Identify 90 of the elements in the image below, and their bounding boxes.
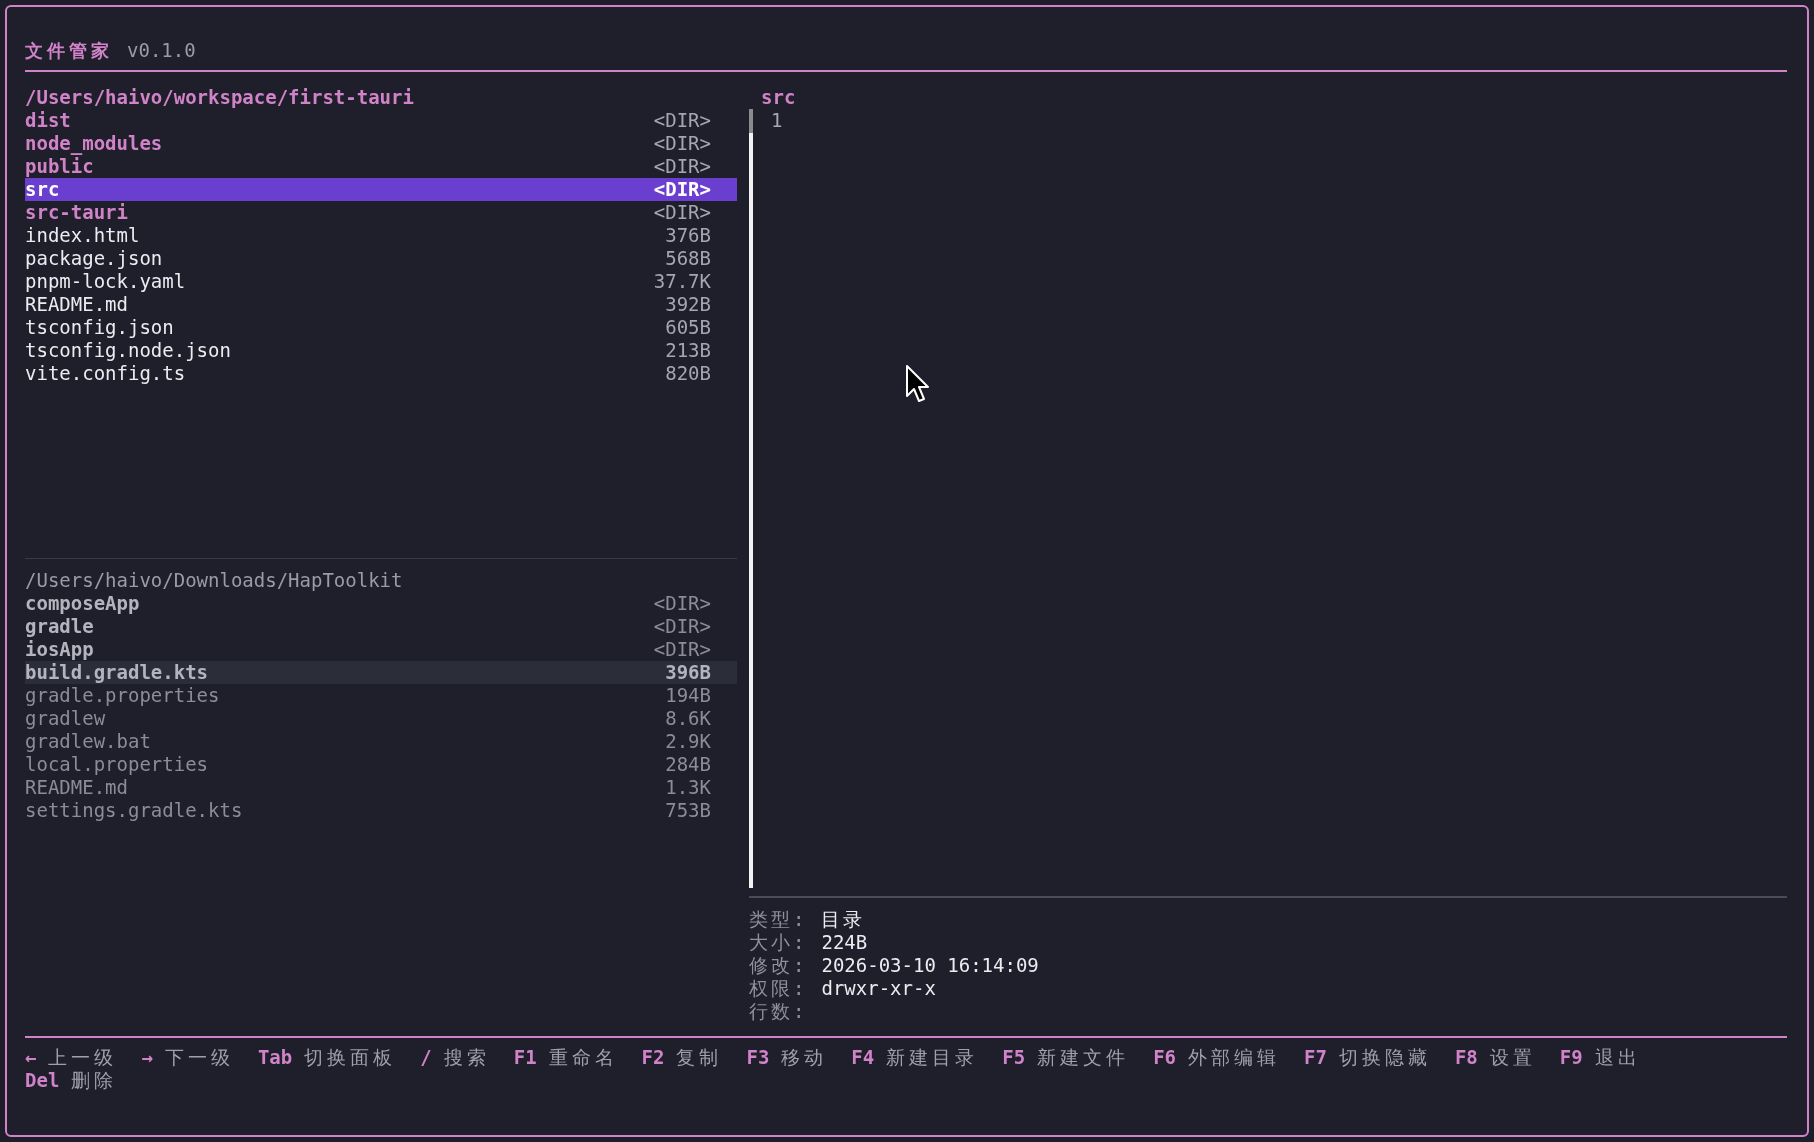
file-size: <DIR> xyxy=(653,201,711,224)
shortcut-key: F2 xyxy=(641,1046,665,1069)
shortcut-key: F5 xyxy=(1002,1046,1026,1069)
info-value: 2026-03-10 16:14:09 xyxy=(821,954,1039,977)
shortcut-key: F7 xyxy=(1304,1046,1327,1069)
shortcut-key: F3 xyxy=(746,1046,770,1069)
file-size: <DIR> xyxy=(653,109,711,132)
info-label: 权限: xyxy=(749,977,808,1000)
file-size: 392B xyxy=(665,293,711,316)
file-size: <DIR> xyxy=(653,178,711,201)
file-size: 396B xyxy=(665,661,711,684)
shortcut-label: 新建目录 xyxy=(886,1046,979,1069)
folder-name: public xyxy=(25,155,94,178)
version-label: v0.1.0 xyxy=(127,39,196,62)
shortcut-label: 搜索 xyxy=(443,1046,490,1069)
folder-name: dist xyxy=(25,109,71,132)
pane-path: /Users/haivo/workspace/first-tauri xyxy=(25,86,415,109)
file-size: <DIR> xyxy=(653,155,711,178)
shortcut-key: / xyxy=(420,1046,432,1069)
folder-name: iosApp xyxy=(25,638,94,661)
selected-row[interactable]: src <DIR> xyxy=(25,178,737,201)
shortcut-label: 退出 xyxy=(1594,1046,1641,1069)
info-label: 修改: xyxy=(749,954,808,977)
file-size: 284B xyxy=(665,753,711,776)
preview-title: src xyxy=(760,86,797,109)
file-size: 376B xyxy=(665,224,711,247)
file-size: <DIR> xyxy=(653,638,711,661)
shortcut-key: F8 xyxy=(1454,1046,1478,1069)
file-size: 194B xyxy=(665,684,711,707)
file-name: local.properties xyxy=(25,753,209,776)
file-name: pnpm-lock.yaml xyxy=(25,270,186,293)
file-size: 753B xyxy=(665,799,711,822)
shortcut-key: → xyxy=(141,1046,153,1069)
file-size: <DIR> xyxy=(653,592,711,615)
selected-row[interactable]: build.gradle.kts 396B xyxy=(25,661,737,684)
shortcut-label: 删除 xyxy=(71,1069,118,1092)
shortcut-label: 移动 xyxy=(781,1046,828,1069)
shortcut-label: 切换面板 xyxy=(304,1046,397,1069)
shortcut-label: 外部编辑 xyxy=(1188,1046,1281,1069)
shortcut-key: ← xyxy=(25,1046,37,1069)
file-name: gradlew xyxy=(25,707,106,730)
shortcut-key: F1 xyxy=(513,1046,537,1069)
info-value: 224B xyxy=(821,931,868,954)
file-size: 8.6K xyxy=(665,707,711,730)
file-name: index.html xyxy=(25,224,140,247)
info-value: 目录 xyxy=(821,908,866,931)
folder-name: composeApp xyxy=(25,592,140,615)
info-label: 大小: xyxy=(749,931,808,954)
shortcut-label: 下一级 xyxy=(164,1046,234,1069)
shortcut-label: 重命名 xyxy=(548,1046,618,1069)
file-name: build.gradle.kts xyxy=(25,661,209,684)
shortcut-label: 切换隐藏 xyxy=(1338,1046,1431,1069)
shortcut-label: 复制 xyxy=(676,1046,723,1069)
shortcut-key: F4 xyxy=(851,1046,875,1069)
file-size: 213B xyxy=(665,339,711,362)
file-size: 568B xyxy=(665,247,711,270)
file-size: 605B xyxy=(665,316,711,339)
folder-name: src xyxy=(25,178,60,201)
file-size: <DIR> xyxy=(653,615,711,638)
file-name: vite.config.ts xyxy=(25,362,186,385)
line-number: 1 xyxy=(771,109,783,132)
folder-name: node_modules xyxy=(25,132,163,155)
info-label: 行数: xyxy=(749,1000,808,1023)
folder-name: gradle xyxy=(25,615,94,638)
file-size: <DIR> xyxy=(653,132,711,155)
shortcut-key: F6 xyxy=(1153,1046,1177,1069)
shortcut-label: 上一级 xyxy=(48,1046,118,1069)
folder-name: src-tauri xyxy=(25,201,128,224)
shortcut-label: 设置 xyxy=(1489,1046,1536,1069)
file-size: 820B xyxy=(665,362,711,385)
file-size: 1.3K xyxy=(665,776,711,799)
shortcut-key: F9 xyxy=(1559,1046,1583,1069)
file-size: 2.9K xyxy=(665,730,711,753)
file-name: package.json xyxy=(25,247,163,270)
app-title: 文件管家 xyxy=(25,39,113,62)
info-label: 类型: xyxy=(749,908,808,931)
file-name: tsconfig.node.json xyxy=(25,339,231,362)
shortcut-label: 新建文件 xyxy=(1037,1046,1130,1069)
shortcut-key: Del xyxy=(25,1069,60,1092)
pane-path: /Users/haivo/Downloads/HapToolkit xyxy=(25,569,404,592)
mouse-pointer-icon xyxy=(905,364,931,404)
file-name: settings.gradle.kts xyxy=(25,799,243,822)
file-name: README.md xyxy=(25,776,128,799)
info-value: drwxr-xr-x xyxy=(821,977,936,1000)
file-name: gradle.properties xyxy=(25,684,220,707)
shortcut-key: Tab xyxy=(257,1046,293,1069)
file-name: tsconfig.json xyxy=(25,316,174,339)
file-name: README.md xyxy=(25,293,128,316)
file-size: 37.7K xyxy=(653,270,711,293)
file-name: gradlew.bat xyxy=(25,730,151,753)
